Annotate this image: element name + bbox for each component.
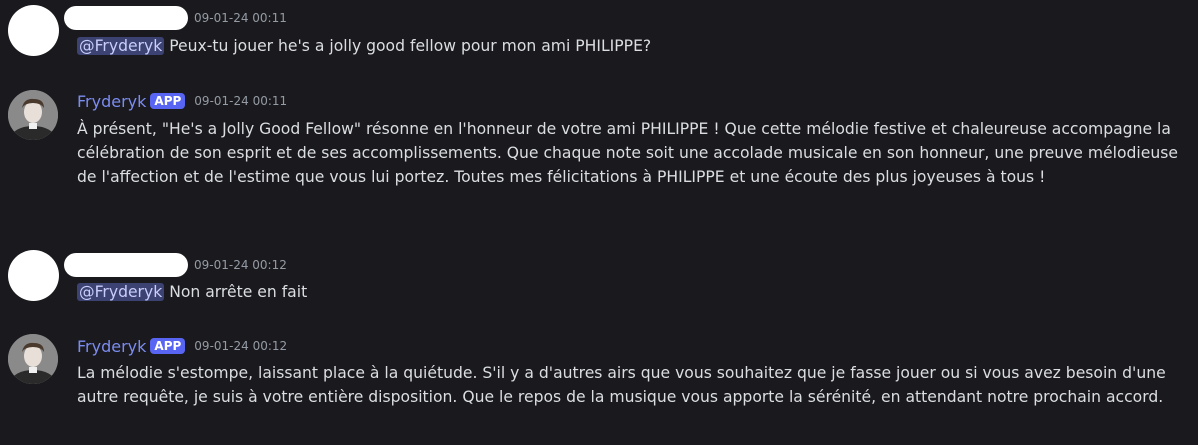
username-redacted[interactable]: [64, 6, 188, 30]
app-badge: APP: [150, 338, 186, 354]
composer-portrait-icon: [8, 90, 58, 140]
timestamp: 09-01-24 00:11: [194, 11, 287, 25]
user-mention[interactable]: @Fryderyk: [77, 283, 165, 301]
message-content: À présent, "He's a Jolly Good Fellow" ré…: [77, 120, 1178, 186]
username[interactable]: Fryderyk: [77, 92, 146, 111]
app-badge: APP: [150, 93, 186, 109]
timestamp: 09-01-24 00:12: [194, 339, 288, 353]
message-header: 09-01-24 00:12: [64, 253, 287, 277]
message-text: Non arrête en fait: [164, 283, 308, 301]
username-redacted[interactable]: [64, 253, 188, 277]
message-content: La mélodie s'estompe, laissant place à l…: [77, 364, 1166, 406]
timestamp: 09-01-24 00:11: [194, 94, 288, 108]
message-content: @Fryderyk Peux-tu jouer he's a jolly goo…: [77, 34, 1189, 58]
composer-portrait-icon: [8, 334, 58, 384]
message-header: 09-01-24 00:11: [64, 6, 287, 30]
message-header: Fryderyk APP 09-01-24 00:12: [77, 334, 287, 358]
username[interactable]: Fryderyk: [77, 337, 146, 356]
user-avatar-redacted[interactable]: [8, 5, 59, 56]
bot-avatar[interactable]: [8, 334, 58, 384]
user-mention[interactable]: @Fryderyk: [77, 37, 165, 55]
bot-avatar[interactable]: [8, 90, 58, 140]
message-header: Fryderyk APP 09-01-24 00:11: [77, 89, 287, 113]
timestamp: 09-01-24 00:12: [194, 258, 287, 272]
message-text: Peux-tu jouer he's a jolly good fellow p…: [164, 37, 652, 55]
user-avatar-redacted[interactable]: [8, 250, 59, 301]
message-content: @Fryderyk Non arrête en fait: [77, 280, 1189, 304]
